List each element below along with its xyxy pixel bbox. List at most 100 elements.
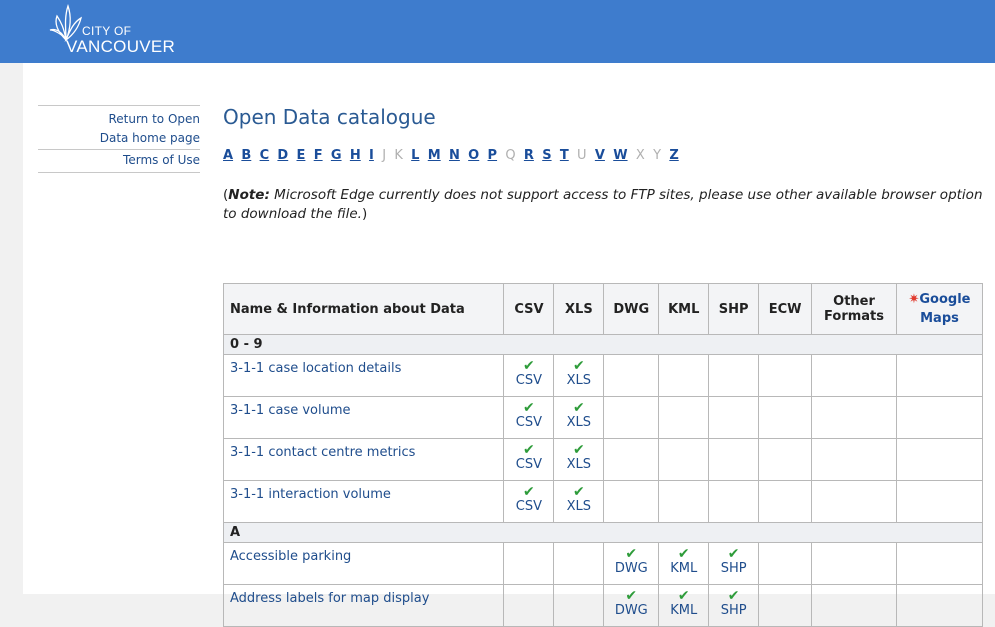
- alphabet-letter-i[interactable]: I: [369, 148, 374, 163]
- format-cell-gmaps: [896, 396, 983, 439]
- download-link-csv[interactable]: CSV: [504, 373, 553, 389]
- format-cell-gmaps: [896, 438, 983, 481]
- section-label: 0 - 9: [223, 334, 983, 355]
- download-link-dwg[interactable]: DWG: [604, 603, 658, 619]
- alphabet-letter-h[interactable]: H: [350, 148, 361, 163]
- format-cell-shp[interactable]: ✔ SHP: [708, 542, 760, 585]
- format-cell-kml[interactable]: ✔ KML: [658, 542, 710, 585]
- table-body: 0 - 9 3-1-1 case location details ✔ CSV ✔ XLS…: [222, 334, 983, 627]
- table-row: 3-1-1 case volume ✔ CSV ✔ XLS: [222, 396, 983, 439]
- dataset-name-link[interactable]: 3-1-1 contact centre metrics: [222, 438, 505, 481]
- download-link-shp[interactable]: SHP: [709, 603, 758, 619]
- download-link-kml[interactable]: KML: [659, 603, 708, 619]
- checkmark-icon: ✔: [727, 588, 740, 604]
- checkmark-icon: ✔: [572, 358, 585, 374]
- table-row: Address labels for map display ✔ DWG ✔ KML ✔ S…: [222, 584, 983, 627]
- alphabet-letter-n[interactable]: N: [449, 148, 460, 163]
- download-link-xls[interactable]: XLS: [554, 499, 603, 515]
- format-cell-csv[interactable]: ✔ CSV: [503, 480, 555, 523]
- column-header-dwg: DWG: [603, 283, 660, 335]
- checkmark-icon: ✔: [727, 546, 740, 562]
- alphabet-letter-c[interactable]: C: [260, 148, 270, 163]
- download-link-dwg[interactable]: DWG: [604, 561, 658, 577]
- alphabet-letter-z[interactable]: Z: [669, 148, 678, 163]
- note-text: Microsoft Edge currently does not suppor…: [223, 187, 983, 222]
- alphabet-letter-m[interactable]: M: [428, 148, 441, 163]
- download-link-xls[interactable]: XLS: [554, 373, 603, 389]
- alphabet-index: ABCDEFGHIJKLMNOPQRSTUVWXYZ: [223, 148, 993, 170]
- checkmark-icon: ✔: [523, 400, 535, 416]
- format-cell-dwg: [603, 396, 660, 439]
- table-row: 3-1-1 contact centre metrics ✔ CSV ✔ XLS: [222, 438, 983, 481]
- format-cell-csv[interactable]: ✔ CSV: [503, 396, 555, 439]
- checkmark-icon: ✔: [625, 546, 638, 562]
- format-cell-csv: [503, 584, 555, 627]
- alphabet-letter-e[interactable]: E: [297, 148, 306, 163]
- alphabet-letter-p[interactable]: P: [488, 148, 498, 163]
- section-label: A: [223, 522, 983, 543]
- format-cell-shp[interactable]: ✔ SHP: [708, 584, 760, 627]
- checkmark-icon: ✔: [625, 588, 638, 604]
- page-title: Open Data catalogue: [223, 105, 436, 129]
- format-cell-shp: [708, 354, 760, 397]
- logo-text-top: CITY OF: [82, 24, 132, 38]
- format-cell-dwg[interactable]: ✔ DWG: [603, 584, 660, 627]
- sidebar-link-terms-of-use[interactable]: Terms of Use: [38, 150, 200, 172]
- download-link-csv[interactable]: CSV: [504, 457, 553, 473]
- format-cell-xls[interactable]: ✔ XLS: [553, 438, 605, 481]
- dataset-name-link[interactable]: 3-1-1 interaction volume: [222, 480, 505, 523]
- alphabet-letter-o[interactable]: O: [468, 148, 479, 163]
- alphabet-letter-a[interactable]: A: [223, 148, 233, 163]
- format-cell-ecw: [758, 354, 813, 397]
- download-link-xls[interactable]: XLS: [554, 415, 603, 431]
- table-row: Accessible parking ✔ DWG ✔ KML ✔ SHP: [222, 542, 983, 585]
- other-formats-line1: Other: [833, 294, 875, 309]
- format-cell-kml[interactable]: ✔ KML: [658, 584, 710, 627]
- dataset-name-link[interactable]: 3-1-1 case volume: [222, 396, 505, 439]
- column-header-name: Name & Information about Data: [222, 283, 505, 335]
- dataset-name-link[interactable]: 3-1-1 case location details: [222, 354, 505, 397]
- download-link-csv[interactable]: CSV: [504, 499, 553, 515]
- table-header-row: Name & Information about Data CSV XLS DW…: [222, 283, 983, 335]
- format-cell-xls[interactable]: ✔ XLS: [553, 354, 605, 397]
- format-cell-dwg[interactable]: ✔ DWG: [603, 542, 660, 585]
- alphabet-letter-f[interactable]: F: [314, 148, 323, 163]
- format-cell-xls[interactable]: ✔ XLS: [553, 480, 605, 523]
- format-cell-gmaps: [896, 354, 983, 397]
- download-link-shp[interactable]: SHP: [709, 561, 758, 577]
- alphabet-letter-t[interactable]: T: [560, 148, 569, 163]
- download-link-kml[interactable]: KML: [659, 561, 708, 577]
- format-cell-gmaps: [896, 584, 983, 627]
- format-cell-kml: [658, 354, 710, 397]
- download-link-csv[interactable]: CSV: [504, 415, 553, 431]
- alphabet-letter-l[interactable]: L: [411, 148, 419, 163]
- format-cell-csv[interactable]: ✔ CSV: [503, 438, 555, 481]
- alphabet-letter-d[interactable]: D: [277, 148, 288, 163]
- alphabet-letter-b[interactable]: B: [241, 148, 251, 163]
- city-of-vancouver-logo[interactable]: CITY OF VANCOUVER: [48, 2, 188, 58]
- sidebar-divider: [38, 172, 200, 173]
- format-cell-csv[interactable]: ✔ CSV: [503, 354, 555, 397]
- download-link-xls[interactable]: XLS: [554, 457, 603, 473]
- alphabet-letter-j: J: [382, 148, 387, 163]
- sidebar-link-open-data-home[interactable]: Return to Open Data home page: [38, 106, 200, 149]
- alphabet-letter-w[interactable]: W: [613, 148, 627, 163]
- format-cell-xls[interactable]: ✔ XLS: [553, 396, 605, 439]
- note-prefix: Note:: [228, 187, 270, 203]
- format-cell-xls: [553, 584, 605, 627]
- column-header-other-formats: Other Formats: [811, 283, 897, 335]
- dataset-name-link[interactable]: Address labels for map display: [222, 584, 505, 627]
- alphabet-letter-g[interactable]: G: [331, 148, 342, 163]
- format-cell-ecw: [758, 480, 813, 523]
- format-cell-other: [811, 438, 897, 481]
- google-maps-star-icon: ✷: [908, 292, 920, 307]
- column-header-google-maps[interactable]: ✷Google Maps: [896, 283, 983, 335]
- alphabet-letter-s[interactable]: S: [542, 148, 551, 163]
- alphabet-letter-r[interactable]: R: [524, 148, 534, 163]
- format-cell-kml: [658, 480, 710, 523]
- format-cell-gmaps: [896, 542, 983, 585]
- dataset-name-link[interactable]: Accessible parking: [222, 542, 505, 585]
- format-cell-other: [811, 542, 897, 585]
- page-content: Return to Open Data home page Terms of U…: [23, 63, 995, 627]
- alphabet-letter-v[interactable]: V: [595, 148, 605, 163]
